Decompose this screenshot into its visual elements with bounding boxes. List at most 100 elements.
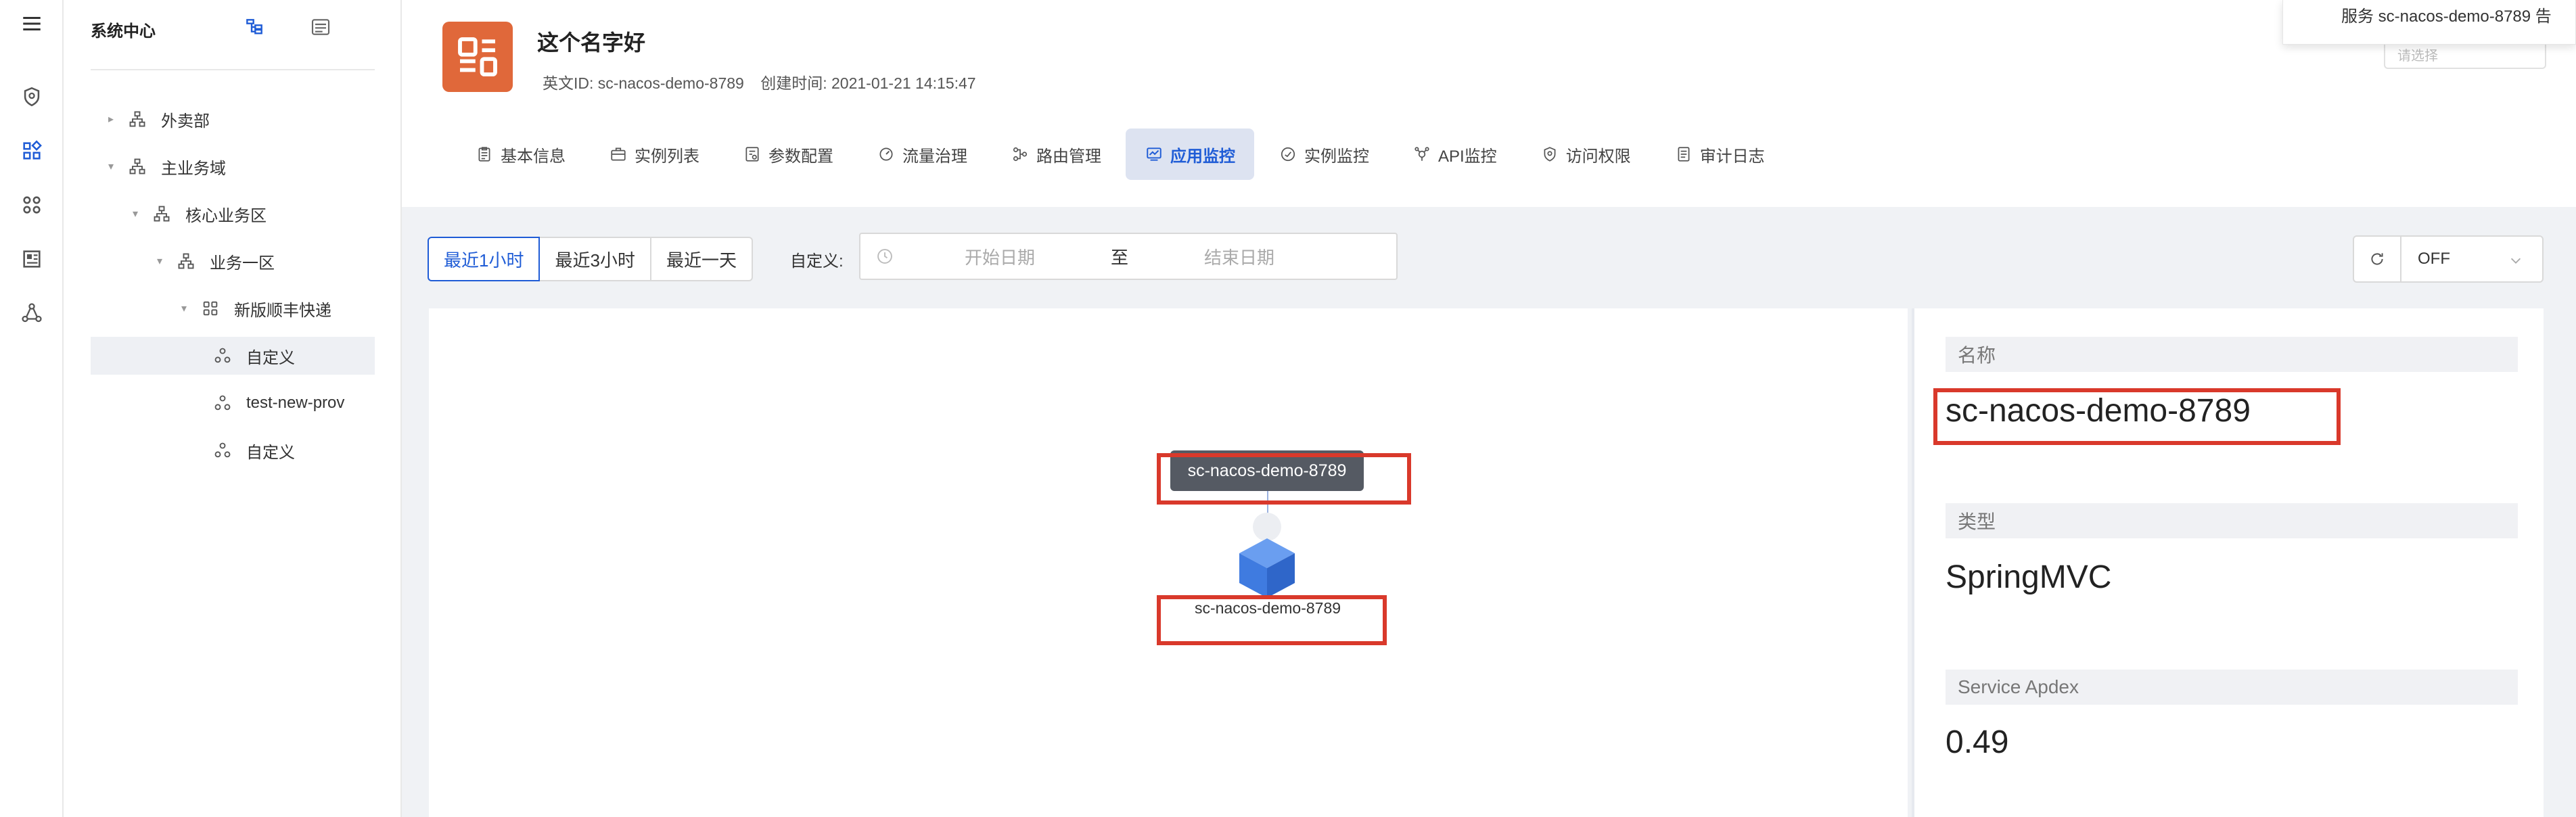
dashboard-icon[interactable] (15, 242, 49, 276)
tree-item-label: 业务一区 (210, 254, 275, 273)
tree-item-label: 外卖部 (161, 112, 210, 131)
caret-down-icon[interactable]: ▾ (177, 302, 191, 315)
caret-right-icon[interactable]: ▸ (104, 112, 118, 126)
org-chart-icon (152, 204, 172, 224)
apps-icon[interactable] (15, 134, 49, 168)
app-grid-icon (200, 298, 221, 319)
tab-routing[interactable]: 路由管理 (992, 129, 1120, 180)
tab-instance-list[interactable]: 实例列表 (590, 129, 718, 180)
log-icon (1674, 145, 1693, 164)
app-created-time: 创建时间: 2021-01-21 14:15:47 (760, 74, 976, 92)
chevron-down-icon (2510, 258, 2521, 264)
tab-instance-monitor[interactable]: 实例监控 (1260, 129, 1388, 180)
org-chart-icon (127, 109, 147, 129)
tab-label: 应用监控 (1170, 147, 1235, 166)
cluster-icon (212, 393, 233, 413)
tree-header: 系统中心 (91, 0, 375, 70)
main-content: 这个名字好 英文ID: sc-nacos-demo-8789 创建时间: 202… (402, 0, 2576, 817)
time-range-group: 最近1小时 最近3小时 最近一天 (428, 237, 753, 281)
tab-traffic[interactable]: 流量治理 (858, 129, 986, 180)
refresh-button[interactable] (2353, 235, 2401, 283)
route-icon (1011, 145, 1030, 164)
tree-item-waimaibu[interactable]: ▸ 外卖部 (91, 100, 375, 138)
name-field-label: 名称 (1946, 337, 2518, 372)
range-1h-button[interactable]: 最近1小时 (428, 237, 540, 281)
org-chart-icon (127, 156, 147, 177)
date-separator: 至 (1111, 247, 1129, 268)
service-node-cube-icon[interactable] (1237, 536, 1297, 601)
settings-doc-icon (743, 145, 762, 164)
tab-label: 实例列表 (635, 147, 699, 166)
tab-access[interactable]: 访问权限 (1521, 129, 1650, 180)
tree-item-zone-one[interactable]: ▾ 业务一区 (91, 242, 375, 280)
tab-label: 参数配置 (768, 147, 833, 166)
tab-label: API监控 (1438, 147, 1497, 166)
tab-label: 访问权限 (1565, 147, 1631, 166)
clock-icon (877, 249, 892, 264)
end-date-input[interactable]: 结束日期 (1204, 244, 1274, 269)
tab-label: 实例监控 (1304, 147, 1369, 166)
tree-title: 系统中心 (91, 22, 156, 41)
start-date-input[interactable]: 开始日期 (965, 244, 1035, 269)
highlight-box-name (1933, 388, 2341, 445)
highlight-box-node-label (1157, 595, 1387, 645)
list-view-icon[interactable] (307, 14, 334, 41)
alert-notification[interactable]: 服务 sc-nacos-demo-8789 告 (2282, 0, 2576, 45)
cluster-icon (212, 346, 233, 366)
partially-hidden-select[interactable]: 请选择 (2384, 45, 2546, 69)
shield-icon[interactable] (15, 80, 49, 114)
tab-param-config[interactable]: 参数配置 (724, 129, 852, 180)
tab-api-monitor[interactable]: API监控 (1394, 129, 1516, 180)
menu-icon[interactable] (15, 7, 49, 41)
auto-refresh-select[interactable]: OFF (2400, 235, 2544, 283)
tree-item-test-new-prov[interactable]: test-new-prov (91, 384, 375, 422)
tab-app-monitor[interactable]: 应用监控 (1126, 129, 1254, 180)
caret-down-icon[interactable]: ▾ (104, 160, 118, 173)
highlight-box-tooltip (1157, 453, 1411, 505)
tree-item-custom-selected[interactable]: 自定义 (91, 337, 375, 375)
range-1d-button[interactable]: 最近一天 (649, 237, 753, 281)
app-name: 这个名字好 (537, 30, 646, 55)
app-meta: 英文ID: sc-nacos-demo-8789 创建时间: 2021-01-2… (543, 70, 976, 93)
app-logo-icon (442, 22, 513, 92)
tree-item-sf-express[interactable]: ▾ 新版顺丰快递 (91, 289, 375, 327)
notification-text: 服务 sc-nacos-demo-8789 告 (2341, 7, 2552, 26)
shield-icon (1540, 145, 1559, 164)
tab-bar: 基本信息 实例列表 参数配置 流量治理 路由管理 应用监控 实例监控 API监控… (456, 129, 1789, 180)
org-chart-icon (176, 251, 196, 271)
node-detail-panel: 名称 sc-nacos-demo-8789 类型 SpringMVC Servi… (1912, 308, 2544, 817)
tree-item-label: 主业务域 (161, 159, 226, 178)
custom-range-label: 自定义: (790, 252, 844, 271)
tree-view-icon[interactable] (241, 14, 268, 41)
tab-label: 审计日志 (1699, 147, 1765, 166)
dashboard-icon (1279, 145, 1297, 164)
command-icon[interactable] (15, 188, 49, 222)
tab-basic-info[interactable]: 基本信息 (456, 129, 584, 180)
clipboard-icon (475, 145, 494, 164)
date-range-picker[interactable]: 开始日期 至 结束日期 (859, 233, 1398, 280)
tree-item-label: test-new-prov (246, 394, 345, 412)
tab-audit-log[interactable]: 审计日志 (1655, 129, 1784, 180)
tree-sidebar: 系统中心 ▸ 外卖部 ▾ 主业务域 ▾ 核心业务区 ▾ 业务一区 ▾ 新版顺丰快… (64, 0, 402, 817)
select-placeholder: 请选择 (2397, 49, 2438, 64)
topology-canvas[interactable]: sc-nacos-demo-8789 sc-nacos-demo-8789 (429, 308, 1908, 817)
tab-label: 基本信息 (501, 147, 566, 166)
caret-down-icon[interactable]: ▾ (129, 207, 142, 220)
type-field-label: 类型 (1946, 503, 2518, 538)
range-3h-button[interactable]: 最近3小时 (538, 237, 651, 281)
auto-refresh-value: OFF (2418, 250, 2450, 268)
app-header: 这个名字好 英文ID: sc-nacos-demo-8789 创建时间: 202… (402, 0, 2576, 207)
tree-item-core-zone[interactable]: ▾ 核心业务区 (91, 195, 375, 233)
tree-item-main-domain[interactable]: ▾ 主业务域 (91, 147, 375, 185)
network-icon[interactable] (15, 296, 49, 330)
tree-item-custom[interactable]: 自定义 (91, 431, 375, 469)
gauge-icon (877, 145, 896, 164)
tab-label: 路由管理 (1036, 147, 1101, 166)
type-field-value: SpringMVC (1946, 559, 2112, 595)
app-english-id: 英文ID: sc-nacos-demo-8789 (543, 74, 744, 92)
briefcase-icon (609, 145, 628, 164)
icon-rail (0, 0, 64, 817)
apdex-field-label: Service Apdex (1946, 670, 2518, 705)
caret-down-icon[interactable]: ▾ (153, 254, 166, 268)
tree-item-label: 自定义 (246, 348, 295, 367)
